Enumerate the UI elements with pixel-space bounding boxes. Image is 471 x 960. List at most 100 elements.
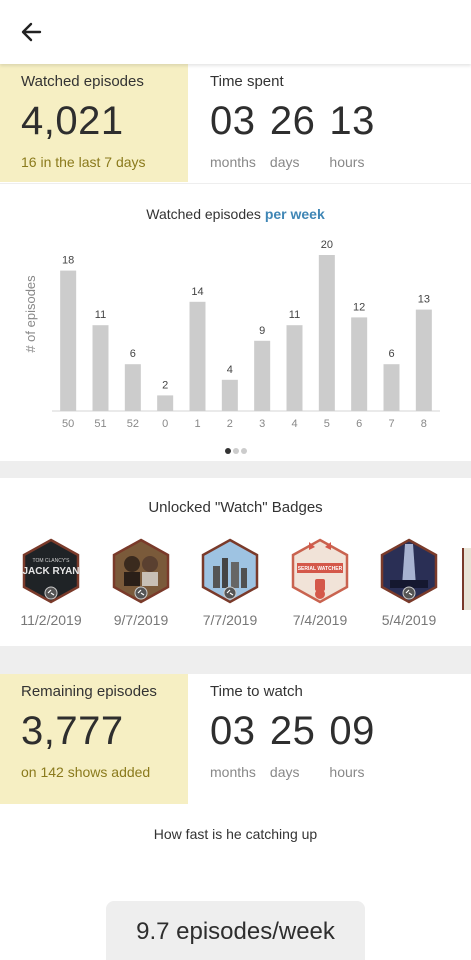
badge-date: 7/4/2019 [292, 612, 348, 628]
bar-value-label: 11 [289, 309, 300, 321]
x-tick-label: 50 [62, 418, 74, 430]
badge-show-cast[interactable]: 9/7/2019 [96, 538, 186, 628]
chart-bar [124, 364, 141, 411]
hours-unit: hours [329, 154, 365, 170]
x-tick-label: 52 [127, 418, 139, 430]
time-to-watch-hours: 09 hours [329, 709, 375, 780]
bar-value-label: 9 [259, 325, 265, 337]
x-tick-label: 3 [259, 418, 265, 430]
chart-bar [60, 270, 77, 411]
watched-recent-text: 16 in the last 7 days [21, 154, 146, 170]
badge-date: 9/7/2019 [113, 612, 169, 628]
serial-watcher-badge-icon: SERIAL WATCHER [291, 538, 349, 604]
remaining-episodes-label: Remaining episodes [21, 683, 157, 700]
weekly-chart-section[interactable]: # of episodes 18 50 11 51 6 52 2 0 14 1 4 2 9 3 11 4 20 5 1… [0, 183, 471, 461]
bar-value-label: 12 [353, 301, 365, 313]
bar-value-label: 20 [321, 239, 333, 251]
page-dot-active[interactable] [224, 448, 231, 454]
bar-value-label: 13 [418, 294, 430, 306]
chart-title-prefix: Watched episodes [146, 206, 261, 222]
page-dot[interactable] [240, 448, 247, 454]
days-value: 26 [269, 99, 316, 143]
time-to-watch-months: 03 months [210, 709, 256, 780]
hours-value: 13 [329, 99, 375, 143]
chart-bar [189, 301, 206, 411]
chart-bar [286, 325, 303, 411]
remaining-episodes-count: 3,777 [21, 709, 124, 753]
top-app-bar [0, 0, 471, 64]
badges-section: Unlocked "Watch" Badges TOM CLANCY'S JAC… [0, 478, 471, 646]
time-spent-label: Time spent [210, 73, 284, 90]
badge-serial-watcher[interactable]: SERIAL WATCHER 7/4/2019 [275, 538, 365, 628]
hours-value: 09 [329, 709, 375, 753]
light-beam-badge-icon [380, 538, 438, 604]
months-unit: months [210, 764, 256, 780]
chart-bar [351, 317, 368, 411]
back-arrow-icon[interactable] [18, 18, 46, 46]
time-spent-days: 26 days [270, 99, 316, 170]
time-spent-months: 03 months [210, 99, 256, 170]
remaining-shows-text: on 142 shows added [21, 764, 151, 780]
bar-value-label: 6 [388, 348, 394, 360]
watched-episodes-panel: Watched episodes 4,021 16 in the last 7 … [0, 64, 188, 182]
city-skyline-badge-icon [201, 538, 259, 604]
months-value: 03 [210, 99, 256, 143]
x-tick-label: 51 [94, 418, 106, 430]
badge-light-beam[interactable]: 5/4/2019 [364, 538, 454, 628]
badge-partial [462, 548, 471, 610]
hours-unit: hours [329, 764, 365, 780]
time-to-watch-panel: Time to watch 03 months 25 days 09 hours [188, 674, 471, 804]
episodes-per-week-value: 9.7 episodes/week [106, 901, 365, 960]
chart-bar [383, 364, 400, 411]
chart-bar [318, 255, 335, 411]
chart-page-indicator [0, 441, 471, 459]
jack-ryan-badge-icon: TOM CLANCY'S JACK RYAN [22, 538, 80, 604]
chart-bar [254, 340, 271, 411]
x-tick-label: 1 [194, 418, 200, 430]
time-to-watch-days: 25 days [270, 709, 316, 780]
badge-text-main: SERIAL WATCHER [298, 566, 343, 572]
catching-up-title: How fast is he catching up [153, 826, 318, 842]
badge-text-top: TOM CLANCY'S [33, 558, 71, 564]
chart-title: Watched episodes per week [0, 206, 471, 222]
bar-value-label: 18 [62, 255, 74, 267]
x-tick-label: 0 [162, 418, 168, 430]
chart-bar [415, 309, 432, 411]
y-axis-label: # of episodes [23, 275, 38, 353]
section-divider [0, 461, 471, 478]
x-tick-label: 5 [324, 418, 330, 430]
x-tick-label: 8 [421, 418, 427, 430]
time-spent-panel: Time spent 03 months 26 days 13 hours [188, 64, 471, 182]
badge-date: 7/7/2019 [202, 612, 258, 628]
x-tick-label: 2 [227, 418, 233, 430]
chart-title-accent[interactable]: per week [265, 206, 325, 222]
bar-value-label: 11 [95, 309, 106, 321]
bar-value-label: 4 [227, 364, 233, 376]
chart-bar [157, 395, 174, 411]
days-value: 25 [269, 709, 316, 753]
bar-value-label: 2 [162, 379, 168, 391]
page-dot[interactable] [232, 448, 239, 454]
chart-bar [221, 379, 238, 411]
chart-bar [92, 325, 109, 411]
catching-up-section: How fast is he catching up 9.7 episodes/… [0, 804, 471, 960]
months-unit: months [210, 154, 256, 170]
x-tick-label: 7 [388, 418, 394, 430]
badge-jack-ryan[interactable]: TOM CLANCY'S JACK RYAN 11/2/2019 [6, 538, 96, 628]
show-cast-badge-icon [112, 538, 170, 604]
days-unit: days [269, 764, 300, 780]
section-divider [0, 646, 471, 674]
watched-episodes-label: Watched episodes [21, 73, 144, 90]
badges-title: Unlocked "Watch" Badges [148, 499, 323, 516]
badge-city-skyline[interactable]: 7/7/2019 [185, 538, 275, 628]
badge-date: 5/4/2019 [381, 612, 437, 628]
remaining-episodes-panel: Remaining episodes 3,777 on 142 shows ad… [0, 674, 188, 804]
remaining-stats-row: Remaining episodes 3,777 on 142 shows ad… [0, 674, 471, 804]
bar-value-label: 6 [130, 348, 136, 360]
days-unit: days [269, 154, 300, 170]
months-value: 03 [210, 709, 256, 753]
watched-stats-row: Watched episodes 4,021 16 in the last 7 … [0, 64, 471, 182]
x-tick-label: 6 [356, 418, 362, 430]
x-tick-label: 4 [291, 418, 297, 430]
time-spent-hours: 13 hours [329, 99, 375, 170]
